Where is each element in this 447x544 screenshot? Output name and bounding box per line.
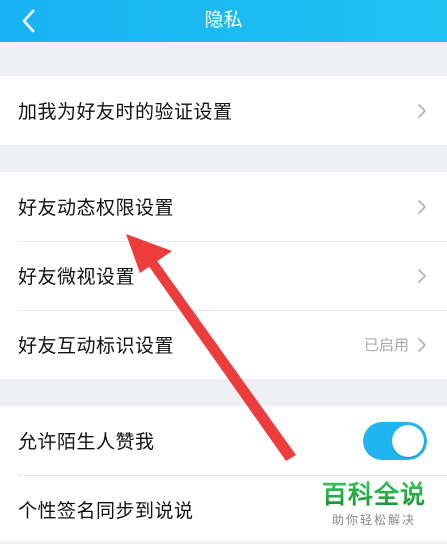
nav-header: 隐私	[0, 0, 447, 42]
row-label: 加我为好友时的验证设置	[18, 101, 233, 123]
toggle-knob	[392, 424, 424, 457]
row-label: 个性签名同步到说说	[18, 500, 194, 522]
watermark: 百科全说 助你轻松解决	[313, 480, 435, 528]
row-allow-strangers-like: 允许陌生人赞我	[0, 406, 447, 475]
status-text: 已启用	[363, 336, 409, 354]
row-friend-feed-permission-settings[interactable]: 好友动态权限设置	[0, 172, 447, 241]
row-friend-verification-settings[interactable]: 加我为好友时的验证设置	[0, 76, 447, 145]
chevron-right-icon	[418, 199, 426, 214]
section-friend-settings: 好友动态权限设置 好友微视设置 好友互动标识设置 已启用	[0, 172, 447, 379]
chevron-right-icon	[418, 103, 426, 118]
watermark-subtitle: 助你轻松解决	[331, 513, 416, 527]
watermark-title: 百科全说	[313, 480, 435, 510]
row-label: 好友微视设置	[18, 266, 136, 288]
chevron-right-icon	[418, 337, 426, 352]
row-label: 好友互动标识设置	[18, 335, 175, 357]
row-label: 好友动态权限设置	[18, 197, 175, 219]
allow-strangers-like-toggle[interactable]	[363, 421, 427, 460]
page-title: 隐私	[204, 9, 243, 31]
chevron-right-icon	[418, 268, 426, 283]
row-friend-interaction-badge-settings[interactable]: 好友互动标识设置 已启用	[0, 310, 447, 379]
row-label: 允许陌生人赞我	[18, 431, 155, 453]
section-verification: 加我为好友时的验证设置	[0, 76, 447, 145]
row-friend-weishi-settings[interactable]: 好友微视设置	[0, 241, 447, 310]
